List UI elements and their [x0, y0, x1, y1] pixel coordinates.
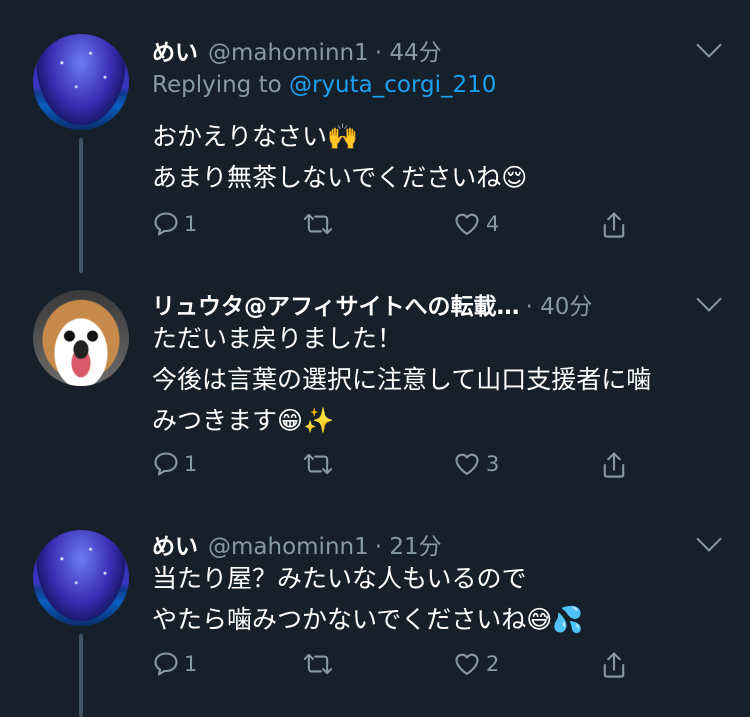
- reply-button[interactable]: 1: [152, 450, 197, 478]
- reply-count: 1: [184, 652, 198, 676]
- reply-count: 1: [184, 452, 198, 476]
- heart-icon: [455, 653, 479, 675]
- heart-icon: [455, 453, 479, 475]
- tweet-actions: 1 2: [152, 650, 652, 686]
- reply-button[interactable]: 1: [152, 650, 197, 678]
- replying-to-link[interactable]: @ryuta_corgi_210: [289, 72, 496, 98]
- like-button[interactable]: 4: [452, 210, 499, 238]
- retweet-icon: [303, 213, 333, 235]
- like-button[interactable]: 2: [452, 650, 499, 678]
- replying-to: Replying to @ryuta_corgi_210: [152, 72, 497, 98]
- tweet-text: ただいま戻りました！ 今後は言葉の選択に注意して山口支援者に噛 みつきます😁✨: [152, 324, 652, 435]
- retweet-icon: [303, 653, 333, 675]
- retweet-icon: [303, 453, 333, 475]
- avatar[interactable]: [33, 34, 129, 130]
- retweet-button[interactable]: [302, 650, 338, 678]
- heart-icon: [455, 213, 479, 235]
- share-button[interactable]: [600, 650, 628, 680]
- like-button[interactable]: 3: [452, 450, 499, 478]
- thread-line: [79, 138, 83, 273]
- timestamp[interactable]: · 21分: [375, 527, 442, 561]
- retweet-button[interactable]: [302, 450, 338, 478]
- share-icon: [603, 652, 625, 678]
- like-count: 3: [486, 452, 500, 476]
- display-name[interactable]: リュウタ@アフィサイトへの転載…: [152, 287, 520, 321]
- timestamp[interactable]: · 40分: [526, 287, 593, 321]
- tweet-text: おかえりなさい🙌 あまり無茶しないでくださいね😌: [152, 122, 528, 192]
- tweet-header: リュウタ@アフィサイトへの転載… · 40分: [152, 287, 592, 321]
- reply-icon: [154, 652, 178, 676]
- handle[interactable]: @mahominn1: [208, 40, 369, 66]
- handle[interactable]: @mahominn1: [208, 534, 369, 560]
- tweet-actions: 1 4: [152, 210, 652, 246]
- tweet-actions: 1 3: [152, 450, 652, 486]
- display-name[interactable]: めい: [152, 527, 198, 561]
- display-name[interactable]: めい: [152, 33, 198, 67]
- retweet-button[interactable]: [302, 210, 338, 238]
- share-button[interactable]: [600, 210, 628, 240]
- like-count: 2: [486, 652, 500, 676]
- chevron-down-icon[interactable]: [696, 526, 722, 552]
- share-icon: [603, 212, 625, 238]
- tweet-header: めい @mahominn1 · 21分: [152, 527, 442, 561]
- reply-icon: [154, 452, 178, 476]
- tweet-header: めい @mahominn1 · 44分: [152, 33, 442, 67]
- share-button[interactable]: [600, 450, 628, 480]
- chevron-down-icon[interactable]: [696, 286, 722, 312]
- chevron-down-icon[interactable]: [696, 32, 722, 58]
- reply-icon: [154, 212, 178, 236]
- reply-button[interactable]: 1: [152, 210, 197, 238]
- tweet-text: 当たり屋？みたいな人もいるので やたら噛みつかないでくださいね😅💦: [152, 564, 584, 634]
- like-count: 4: [486, 212, 500, 236]
- timestamp[interactable]: · 44分: [375, 33, 442, 67]
- reply-count: 1: [184, 212, 198, 236]
- avatar[interactable]: [33, 530, 129, 626]
- thread-line: [79, 634, 83, 717]
- share-icon: [603, 452, 625, 478]
- avatar[interactable]: [33, 290, 129, 386]
